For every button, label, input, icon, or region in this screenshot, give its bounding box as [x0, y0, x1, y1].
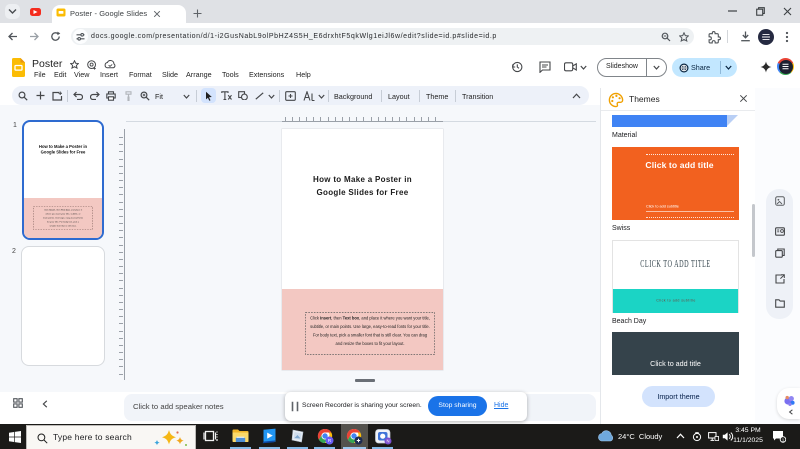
svg-text:N: N — [386, 439, 389, 444]
svg-text:1: 1 — [782, 437, 785, 442]
